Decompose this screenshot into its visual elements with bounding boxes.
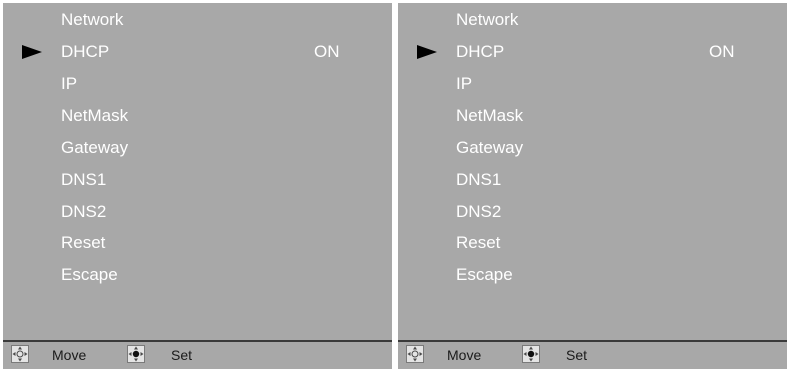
dpad-move-icon — [11, 345, 29, 363]
menu-item-escape[interactable]: Escape — [398, 260, 787, 290]
set-hint-label: Set — [171, 347, 193, 363]
menu-item-escape[interactable]: Escape — [3, 260, 392, 290]
menu-item-ip[interactable]: IP — [3, 69, 392, 99]
dpad-move-icon — [406, 345, 424, 363]
menu-item-label: DNS2 — [61, 202, 107, 221]
selection-cursor-icon — [22, 45, 42, 59]
menu-item-label: DHCP — [456, 42, 505, 61]
menu-item-label: IP — [456, 74, 473, 93]
menu-item-label: DNS2 — [456, 202, 502, 221]
menu-item-label: Network — [456, 10, 519, 29]
menu-item-dns2[interactable]: DNS2 — [398, 197, 787, 227]
menu-item-dns1[interactable]: DNS1 — [398, 165, 787, 195]
menu-item-label: Reset — [456, 233, 501, 252]
menu-item-netmask[interactable]: NetMask — [398, 101, 787, 131]
menu-item-reset[interactable]: Reset — [3, 228, 392, 258]
menu-item-label: Escape — [61, 265, 118, 284]
osd-panel-left: Network DHCP ON IP NetMask Gateway DNS1 … — [3, 3, 392, 369]
menu-item-network[interactable]: Network — [3, 5, 392, 35]
menu-item-dhcp[interactable]: DHCP ON — [3, 37, 392, 67]
menu-item-label: DHCP — [61, 42, 110, 61]
menu-item-label: Gateway — [61, 138, 129, 157]
network-menu: Network DHCP ON IP NetMask Gateway DNS1 … — [398, 3, 787, 340]
menu-item-dhcp[interactable]: DHCP ON — [398, 37, 787, 67]
menu-item-label: Escape — [456, 265, 513, 284]
menu-item-dns1[interactable]: DNS1 — [3, 165, 392, 195]
dpad-set-icon — [522, 345, 540, 363]
menu-item-dns2[interactable]: DNS2 — [3, 197, 392, 227]
menu-item-label: DNS1 — [61, 170, 107, 189]
dpad-set-icon — [127, 345, 145, 363]
menu-item-netmask[interactable]: NetMask — [3, 101, 392, 131]
selection-cursor-icon — [417, 45, 437, 59]
menu-item-reset[interactable]: Reset — [398, 228, 787, 258]
key-hints-bar: Move Set — [3, 342, 392, 369]
osd-panel-right: Network DHCP ON IP NetMask Gateway DNS1 … — [398, 3, 787, 369]
menu-item-ip[interactable]: IP — [398, 69, 787, 99]
move-hint-label: Move — [52, 347, 87, 363]
menu-item-gateway[interactable]: Gateway — [398, 133, 787, 163]
dhcp-value: ON — [314, 42, 340, 61]
menu-item-gateway[interactable]: Gateway — [3, 133, 392, 163]
menu-item-label: Network — [61, 10, 124, 29]
menu-item-label: NetMask — [61, 106, 129, 125]
menu-item-label: NetMask — [456, 106, 524, 125]
menu-item-label: IP — [61, 74, 78, 93]
key-hints-bar: Move Set — [398, 342, 787, 369]
menu-item-label: Gateway — [456, 138, 524, 157]
menu-item-network[interactable]: Network — [398, 5, 787, 35]
menu-item-label: DNS1 — [456, 170, 502, 189]
menu-item-label: Reset — [61, 233, 106, 252]
set-hint-label: Set — [566, 347, 588, 363]
move-hint-label: Move — [447, 347, 482, 363]
dhcp-value: ON — [709, 42, 735, 61]
network-menu: Network DHCP ON IP NetMask Gateway DNS1 … — [3, 3, 392, 340]
